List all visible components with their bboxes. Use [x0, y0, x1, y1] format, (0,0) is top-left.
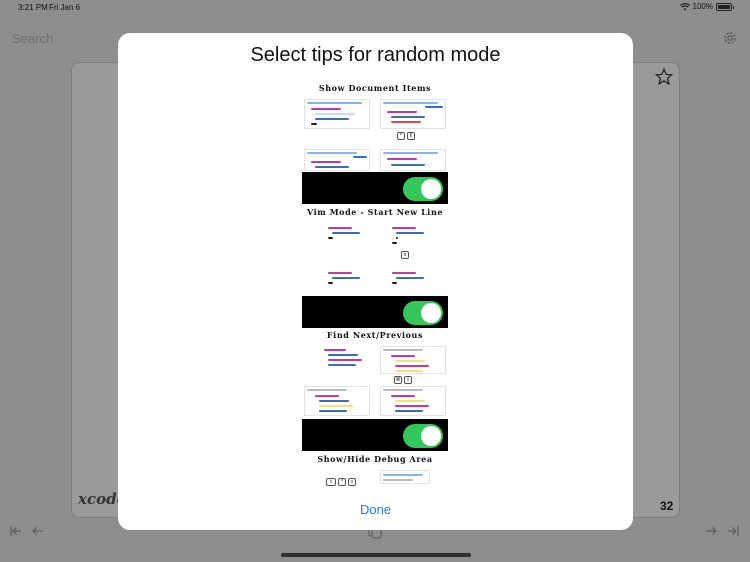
tip-toggle-row: [302, 419, 448, 451]
code-snippet: [304, 223, 370, 249]
tip-toggle-row: [302, 172, 448, 204]
done-button[interactable]: Done: [118, 502, 633, 517]
tips-list[interactable]: Show Document Items ^ 6 Vim Mode - Start…: [118, 78, 633, 518]
battery-percent: 100%: [692, 2, 713, 11]
sheet-title: Select tips for random mode: [250, 44, 501, 66]
code-snippet: [380, 346, 446, 374]
toggle-knob: [421, 179, 441, 199]
home-indicator[interactable]: [281, 553, 471, 557]
tip-toggle[interactable]: [403, 424, 443, 448]
tip-title: Show/Hide Debug Area: [317, 454, 433, 464]
status-time: 3:21 PM: [18, 3, 48, 12]
tip-illustration: ⌘ ⇧: [302, 344, 448, 419]
wifi-icon: [679, 2, 690, 10]
gear-icon[interactable]: [722, 30, 738, 46]
code-snippet: [380, 386, 446, 416]
tip-title: Find Next/Previous: [326, 330, 424, 340]
tip-title: Show Document Items: [318, 83, 432, 93]
toggle-knob: [421, 303, 441, 323]
tip-item: Show Document Items ^ 6: [302, 83, 448, 204]
status-right: 100%: [679, 2, 734, 11]
code-snippet: [304, 149, 370, 171]
arrow-left-icon[interactable]: [31, 524, 45, 538]
code-snippet: [304, 99, 370, 129]
random-mode-sheet: Select tips for random mode Show Documen…: [118, 33, 633, 530]
tip-toggle[interactable]: [403, 301, 443, 325]
code-snippet: [380, 99, 446, 129]
tip-item: Find Next/Previous ⌘ ⇧: [302, 330, 448, 451]
tip-illustration: o: [302, 221, 448, 296]
skip-back-icon[interactable]: [9, 524, 23, 538]
search-input[interactable]: Search: [12, 31, 53, 46]
code-snippet: [304, 386, 370, 416]
status-bar: 3:21 PM Fri Jan 6 100%: [0, 0, 750, 14]
tip-toggle-row: [302, 296, 448, 328]
tip-count: 32: [660, 499, 674, 513]
battery-icon: [716, 2, 734, 11]
tip-title: Vim Mode - Start New Line: [306, 207, 444, 217]
code-snippet: [304, 346, 370, 374]
toggle-knob: [421, 426, 441, 446]
tip-illustration: ^ 6: [302, 97, 448, 172]
code-snippet: [380, 149, 446, 171]
code-snippet: [380, 268, 446, 294]
skip-forward-icon[interactable]: [726, 524, 740, 538]
tip-item: Vim Mode - Start New Line o: [302, 207, 448, 328]
status-date: Fri Jan 6: [49, 3, 81, 12]
code-snippet: [304, 268, 370, 294]
star-icon[interactable]: [655, 68, 673, 86]
arrow-right-icon[interactable]: [704, 524, 718, 538]
tip-toggle[interactable]: [403, 177, 443, 201]
code-snippet: [380, 223, 446, 249]
code-snippet: [380, 470, 430, 484]
